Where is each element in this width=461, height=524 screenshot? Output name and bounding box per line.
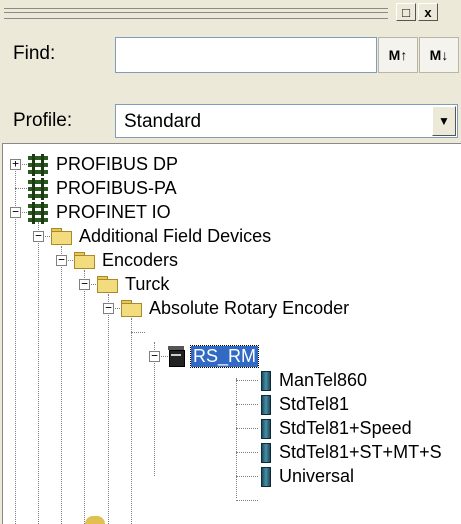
find-label-text: Find: <box>13 43 56 64</box>
collapse-icon[interactable]: − <box>149 350 160 362</box>
module-icon <box>258 393 272 415</box>
close-button[interactable]: x <box>418 3 438 21</box>
tree-node-label: Turck <box>125 273 170 294</box>
find-down-button[interactable]: M↓ <box>419 37 459 73</box>
collapse-icon[interactable]: − <box>103 302 114 314</box>
folder-icon <box>50 227 72 245</box>
tree-node-label: Additional Field Devices <box>79 225 272 246</box>
network-icon <box>27 202 49 224</box>
drag-grip[interactable] <box>4 8 388 19</box>
tree-node-label: PROFIBUS DP <box>56 153 179 174</box>
tree-node-additional-field-devices[interactable]: − Additional Field Devices <box>33 224 273 248</box>
find-up-button[interactable]: M↑ <box>378 37 418 73</box>
network-icon <box>27 154 49 176</box>
tree-node-stdtel81[interactable]: StdTel81 <box>258 392 351 416</box>
tree-node-label: PROFIBUS-PA <box>56 177 177 198</box>
tree-node-profinet-io[interactable]: − PROFINET IO <box>10 200 173 224</box>
tree-node-label: StdTel81+Speed <box>279 417 412 438</box>
tree-node-encoders[interactable]: − Encoders <box>56 248 180 272</box>
dropdown-button[interactable]: ▼ <box>432 106 456 136</box>
tree-node-stdtel81-speed[interactable]: StdTel81+Speed <box>258 416 414 440</box>
profile-selected-value: Standard <box>124 111 202 132</box>
title-bar[interactable]: □ x <box>0 0 461 26</box>
folder-icon <box>96 275 118 293</box>
catalog-tree[interactable]: + PROFIBUS DP PROFIBUS-PA − PROFINET IO … <box>2 143 461 524</box>
collapse-icon[interactable]: − <box>79 278 90 290</box>
collapse-icon[interactable]: − <box>33 230 44 242</box>
module-icon <box>258 369 272 391</box>
expand-icon[interactable]: + <box>10 158 21 170</box>
profile-label: Profile: <box>13 110 72 132</box>
module-icon <box>258 465 272 487</box>
tree-node-label: StdTel81 <box>279 393 350 414</box>
tree-node-label: Universal <box>279 465 355 486</box>
tree-node-mantel860[interactable]: ManTel860 <box>258 368 369 392</box>
tree-node-label: StdTel81+ST+MT+S <box>279 441 442 462</box>
tree-node-stdtel81-st-mt-s[interactable]: StdTel81+ST+MT+S <box>258 440 444 464</box>
tree-node-label: Absolute Rotary Encoder <box>149 297 350 318</box>
restore-button[interactable]: □ <box>396 3 416 21</box>
tree-node-label-selected: RS_RM <box>189 344 260 368</box>
collapse-icon[interactable]: − <box>56 254 67 266</box>
folder-icon <box>73 251 95 269</box>
binoculars-up-icon: M↑ <box>388 47 408 63</box>
folder-icon <box>120 299 142 317</box>
tree-node-turck[interactable]: − Turck <box>79 272 171 296</box>
tree-node-profibus-pa[interactable]: PROFIBUS-PA <box>27 176 179 200</box>
chevron-down-icon: ▼ <box>438 114 450 128</box>
binoculars-down-icon: M↓ <box>429 47 449 63</box>
collapse-icon[interactable]: − <box>10 206 21 218</box>
tree-node-label: ManTel860 <box>279 369 368 390</box>
tree-node-label: Encoders <box>102 249 179 270</box>
device-station-icon <box>166 345 186 367</box>
profile-label-text: Profile: <box>13 110 73 131</box>
profile-select[interactable]: Standard ▼ <box>115 104 458 138</box>
module-icon <box>258 441 272 463</box>
tree-node-universal[interactable]: Universal <box>258 464 356 488</box>
tree-node-profibus-dp[interactable]: + PROFIBUS DP <box>10 152 180 176</box>
network-icon <box>27 178 49 200</box>
tree-node-absolute-rotary-encoder[interactable]: − Absolute Rotary Encoder <box>103 296 351 320</box>
find-input[interactable] <box>115 37 377 73</box>
module-icon <box>258 417 272 439</box>
tree-node-label: PROFINET IO <box>56 201 171 222</box>
tree-node-rs-rm[interactable]: − RS_RM <box>149 344 260 368</box>
find-label: Find: <box>13 43 55 65</box>
